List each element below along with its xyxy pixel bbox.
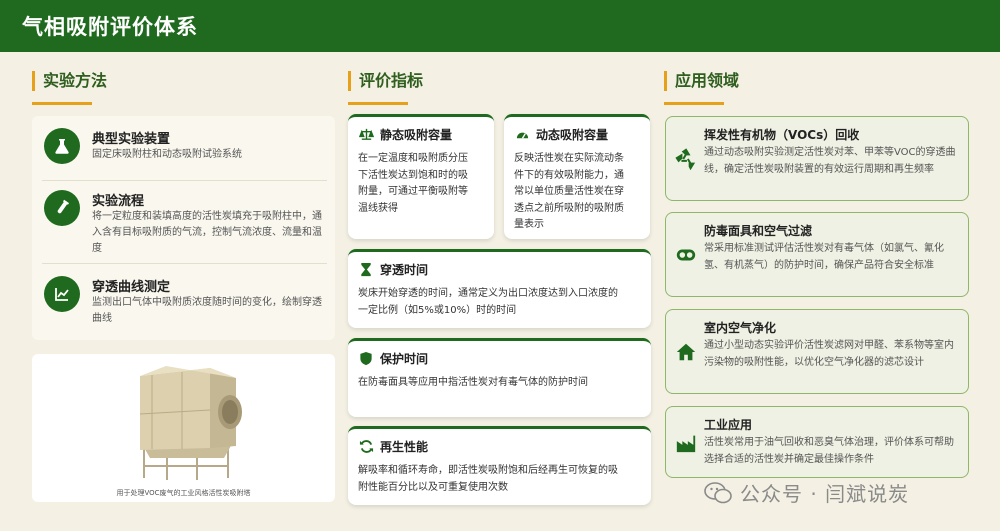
- section-title-indicators: 评价指标: [348, 69, 423, 105]
- recycle-icon: [674, 147, 698, 171]
- desc-line: 在一定温度和吸附质分压: [358, 153, 468, 164]
- desc-line: 透点之前所吸附的吸附质: [514, 202, 624, 214]
- divider: [42, 180, 327, 181]
- desc-line: 件下的有效吸附能力，通: [514, 169, 624, 181]
- desc-line: 常以单位质量活性炭在穿: [514, 186, 624, 197]
- app-desc: 活性炭常用于油气回收和恶臭气体治理，评价体系可帮助选择合适的活性炭并确定最佳操作…: [704, 437, 954, 465]
- divider: [42, 263, 327, 264]
- app-title: 防毒面具和空气过滤: [704, 224, 813, 238]
- desc-line: 量表示: [514, 219, 544, 230]
- factory-icon: [674, 431, 698, 455]
- method-title: 实验流程: [92, 194, 145, 209]
- card-desc: 在一定温度和吸附质分压 下活性炭达到饱和时的吸 附量，可通过平衡吸附等 温线获得: [358, 151, 468, 217]
- refresh-icon: [358, 439, 374, 455]
- card-desc: 炭床开始穿透的时间，通常定义为出口浓度达到入口浓度的 一定比例（如5%或10%）…: [358, 286, 618, 319]
- method-title: 典型实验装置: [92, 132, 171, 147]
- card-desc: 在防毒面具等应用中指活性炭对有毒气体的防护时间: [358, 375, 588, 392]
- app-desc: 通过小型动态实验评价活性炭滤网对甲醛、苯系物等室内污染物的吸附性能，以优化空气净…: [704, 340, 954, 368]
- app-desc: 常采用标准测试评估活性炭对有毒气体（如氯气、氰化氢、有机蒸气）的防护时间，确保产…: [704, 243, 944, 271]
- section-title-applications: 应用领域: [664, 69, 739, 105]
- card-regeneration: 再生性能 解吸率和循环寿命，即活性炭吸附饱和后经再生可恢复的吸 附性能百分比以及…: [348, 426, 651, 505]
- watermark-text: 公众号 · 闫斌说炭: [740, 482, 910, 506]
- desc-line: 温线获得: [358, 202, 398, 214]
- app-desc: 通过动态吸附实验测定活性炭对苯、甲苯等VOC的穿透曲线，确定活性炭吸附装置的有效…: [704, 147, 956, 175]
- section-title-methods: 实验方法: [32, 69, 107, 105]
- method-desc: 固定床吸附柱和动态吸附试验系统: [92, 149, 242, 160]
- card-desc: 解吸率和循环寿命，即活性炭吸附饱和后经再生可恢复的吸 附性能百分比以及可重复使用…: [358, 463, 618, 496]
- line-chart-icon: [44, 276, 80, 312]
- home-icon: [674, 340, 698, 364]
- app-title: 工业应用: [704, 418, 753, 432]
- balance-icon: [358, 127, 374, 143]
- test-tube-icon: [44, 190, 80, 226]
- hourglass-icon: [358, 262, 374, 278]
- flask-icon: [44, 128, 80, 164]
- app-title: 室内空气净化: [704, 321, 777, 335]
- gas-mask-icon: [674, 243, 698, 267]
- desc-line: 在防毒面具等应用中指活性炭对有毒气体的防护时间: [358, 377, 588, 388]
- method-desc: 监测出口气体中吸附质浓度随时间的变化，绘制穿透曲线: [92, 297, 322, 324]
- wechat-icon: [704, 481, 732, 503]
- card-title: 静态吸附容量: [380, 128, 453, 142]
- desc-line: 炭床开始穿透的时间，通常定义为出口浓度达到入口浓度的: [358, 288, 618, 299]
- card-desc: 反映活性炭在实际流动条 件下的有效吸附能力，通 常以单位质量活性炭在穿 透点之前…: [514, 151, 624, 234]
- method-title: 穿透曲线测定: [92, 280, 171, 295]
- card-title: 动态吸附容量: [536, 128, 609, 142]
- watermark: 公众号 · 闫斌说炭: [704, 478, 909, 507]
- card-protection-time: 保护时间 在防毒面具等应用中指活性炭对有毒气体的防护时间: [348, 338, 651, 417]
- app-title: 挥发性有机物（VOCs）回收: [704, 128, 860, 142]
- desc-line: 下活性炭达到饱和时的吸: [358, 169, 468, 181]
- desc-line: 解吸率和循环寿命，即活性炭吸附饱和后经再生可恢复的吸: [358, 465, 618, 476]
- app-card-indoor-air: 室内空气净化 通过小型动态实验评价活性炭滤网对甲醛、苯系物等室内污染物的吸附性能…: [665, 309, 969, 394]
- card-dynamic-capacity: 动态吸附容量 反映活性炭在实际流动条 件下的有效吸附能力，通 常以单位质量活性炭…: [504, 114, 650, 239]
- image-caption: 用于处理VOC废气的工业风格活性炭吸附塔: [116, 489, 251, 497]
- page-title: 气相吸附评价体系: [22, 15, 198, 39]
- adsorber-tower-illustration: [139, 366, 242, 480]
- card-title: 保护时间: [380, 352, 429, 366]
- card-breakthrough-time: 穿透时间 炭床开始穿透的时间，通常定义为出口浓度达到入口浓度的 一定比例（如5%…: [348, 249, 651, 328]
- app-card-voc: 挥发性有机物（VOCs）回收 通过动态吸附实验测定活性炭对苯、甲苯等VOC的穿透…: [665, 116, 969, 201]
- desc-line: 一定比例（如5%或10%）时的时间: [358, 304, 517, 316]
- desc-line: 附量，可通过平衡吸附等: [358, 186, 468, 197]
- page-header: 气相吸附评价体系: [0, 0, 1000, 52]
- adsorber-image-panel: 用于处理VOC废气的工业风格活性炭吸附塔: [32, 354, 335, 502]
- methods-panel: 典型实验装置 固定床吸附柱和动态吸附试验系统 实验流程 将一定粒度和装填高度的活…: [32, 116, 335, 340]
- desc-line: 附性能百分比以及可重复使用次数: [358, 481, 508, 493]
- desc-line: 反映活性炭在实际流动条: [514, 153, 624, 164]
- app-card-industrial: 工业应用 活性炭常用于油气回收和恶臭气体治理，评价体系可帮助选择合适的活性炭并确…: [665, 406, 969, 478]
- shield-icon: [358, 351, 374, 367]
- card-static-capacity: 静态吸附容量 在一定温度和吸附质分压 下活性炭达到饱和时的吸 附量，可通过平衡吸…: [348, 114, 494, 239]
- gauge-icon: [514, 127, 530, 143]
- card-title: 再生性能: [380, 440, 429, 454]
- card-title: 穿透时间: [380, 263, 429, 277]
- app-card-gas-mask: 防毒面具和空气过滤 常采用标准测试评估活性炭对有毒气体（如氯气、氰化氢、有机蒸气…: [665, 212, 969, 297]
- method-desc: 将一定粒度和装填高度的活性炭填充于吸附柱中，通入含有目标吸附质的气流，控制气流浓…: [92, 211, 322, 254]
